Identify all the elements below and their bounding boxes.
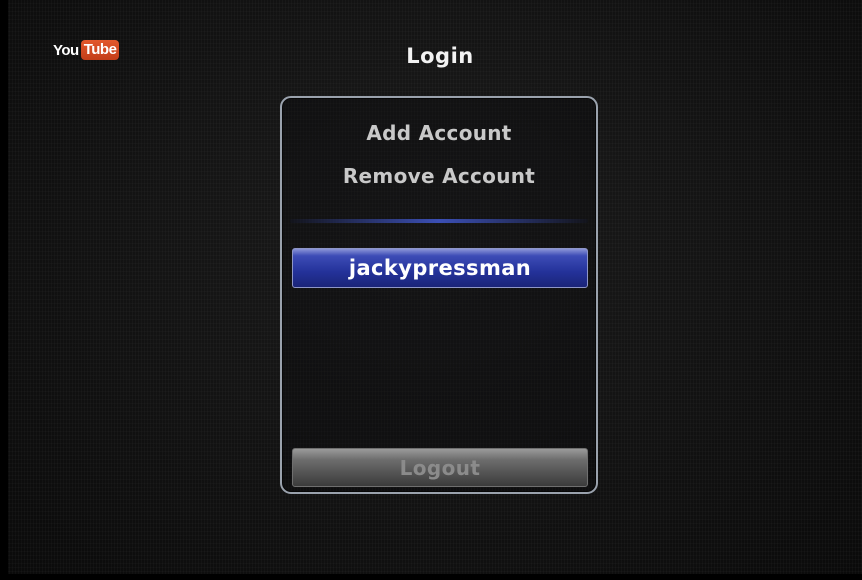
page-title: Login xyxy=(406,44,474,68)
login-panel: Add Account Remove Account jackypressman… xyxy=(280,96,598,494)
bottom-border xyxy=(0,574,862,580)
logout-label: Logout xyxy=(399,455,481,480)
logo-you-text: You xyxy=(53,41,79,59)
login-screen: You Tube Login Add Account Remove Accoun… xyxy=(0,0,862,580)
logout-button[interactable]: Logout xyxy=(292,448,588,487)
logo-tube-text: Tube xyxy=(80,40,120,60)
account-username: jackypressman xyxy=(348,256,532,280)
left-border xyxy=(0,0,8,580)
remove-account-button[interactable]: Remove Account xyxy=(282,164,596,188)
youtube-logo: You Tube xyxy=(53,40,120,60)
add-account-button[interactable]: Add Account xyxy=(282,121,596,145)
divider xyxy=(290,219,588,223)
account-item-selected[interactable]: jackypressman xyxy=(292,248,588,288)
